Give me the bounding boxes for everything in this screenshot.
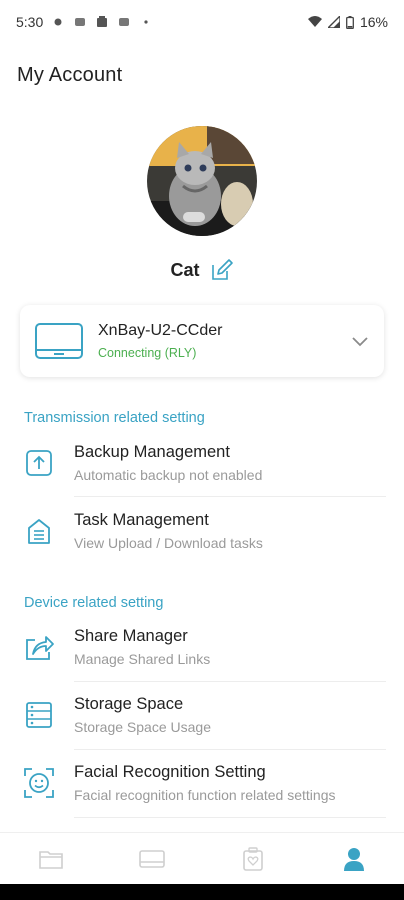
- item-subtitle: Storage Space Usage: [74, 719, 211, 735]
- page-title: My Account: [17, 64, 123, 86]
- nav-account[interactable]: [334, 839, 374, 879]
- divider: [74, 817, 386, 818]
- item-title: Facial Recognition Setting: [74, 763, 266, 781]
- device-selector[interactable]: XnBay-U2-CCder Connecting (RLY): [20, 305, 384, 377]
- status-time: 5:30: [16, 14, 44, 30]
- backup-upload-icon: [26, 450, 52, 476]
- task-management-item[interactable]: Task Management View Upload / Download t…: [20, 498, 386, 564]
- signal-icon: [327, 16, 340, 28]
- facial-recognition-item[interactable]: Facial Recognition Setting Facial recogn…: [20, 750, 386, 816]
- item-subtitle: Manage Shared Links: [74, 651, 211, 667]
- divider: [74, 496, 386, 497]
- item-title: Backup Management: [74, 443, 230, 461]
- more-notifications-icon: [144, 20, 148, 24]
- storage-icon: [26, 702, 52, 728]
- edit-name-icon[interactable]: [210, 258, 234, 282]
- item-subtitle: Automatic backup not enabled: [74, 467, 263, 483]
- chevron-down-icon[interactable]: [350, 331, 370, 351]
- item-subtitle: View Upload / Download tasks: [74, 535, 263, 551]
- item-subtitle: Facial recognition function related sett…: [74, 787, 336, 803]
- bottom-navigation: [0, 832, 404, 884]
- folder-icon: [38, 850, 63, 869]
- nav-files[interactable]: [31, 839, 71, 879]
- item-title: Task Management: [74, 511, 209, 529]
- storage-space-item[interactable]: Storage Space Storage Space Usage: [20, 682, 386, 748]
- nav-album[interactable]: [233, 839, 273, 879]
- notification-icon: [75, 18, 86, 26]
- username: Cat: [170, 259, 200, 280]
- system-gesture-bar: [0, 884, 404, 900]
- share-manager-item[interactable]: Share Manager Manage Shared Links: [20, 614, 386, 680]
- device-status: Connecting (RLY): [98, 346, 197, 360]
- battery-level: 16%: [359, 14, 388, 30]
- face-scan-icon: [24, 768, 54, 798]
- account-icon: [343, 847, 364, 871]
- avatar-image: [147, 126, 257, 236]
- share-icon: [26, 636, 54, 660]
- section-header-transmission: Transmission related setting: [24, 410, 205, 426]
- album-icon: [242, 846, 263, 871]
- backup-management-item[interactable]: Backup Management Automatic backup not e…: [20, 430, 386, 496]
- status-bar: 5:30 16%: [0, 0, 404, 44]
- notification-icon: [97, 16, 108, 27]
- wifi-icon: [307, 16, 322, 27]
- battery-icon: [346, 15, 354, 29]
- item-title: Storage Space: [74, 695, 184, 713]
- task-list-icon: [28, 519, 50, 544]
- device-name: XnBay-U2-CCder: [98, 322, 223, 339]
- section-header-device: Device related setting: [24, 595, 164, 611]
- item-title: Share Manager: [74, 627, 188, 645]
- notification-icon: [119, 18, 130, 26]
- nas-device-icon: [35, 323, 83, 359]
- device-icon: [138, 849, 165, 868]
- notification-icon: [54, 18, 62, 26]
- nav-device[interactable]: [132, 839, 172, 879]
- avatar[interactable]: [147, 126, 257, 236]
